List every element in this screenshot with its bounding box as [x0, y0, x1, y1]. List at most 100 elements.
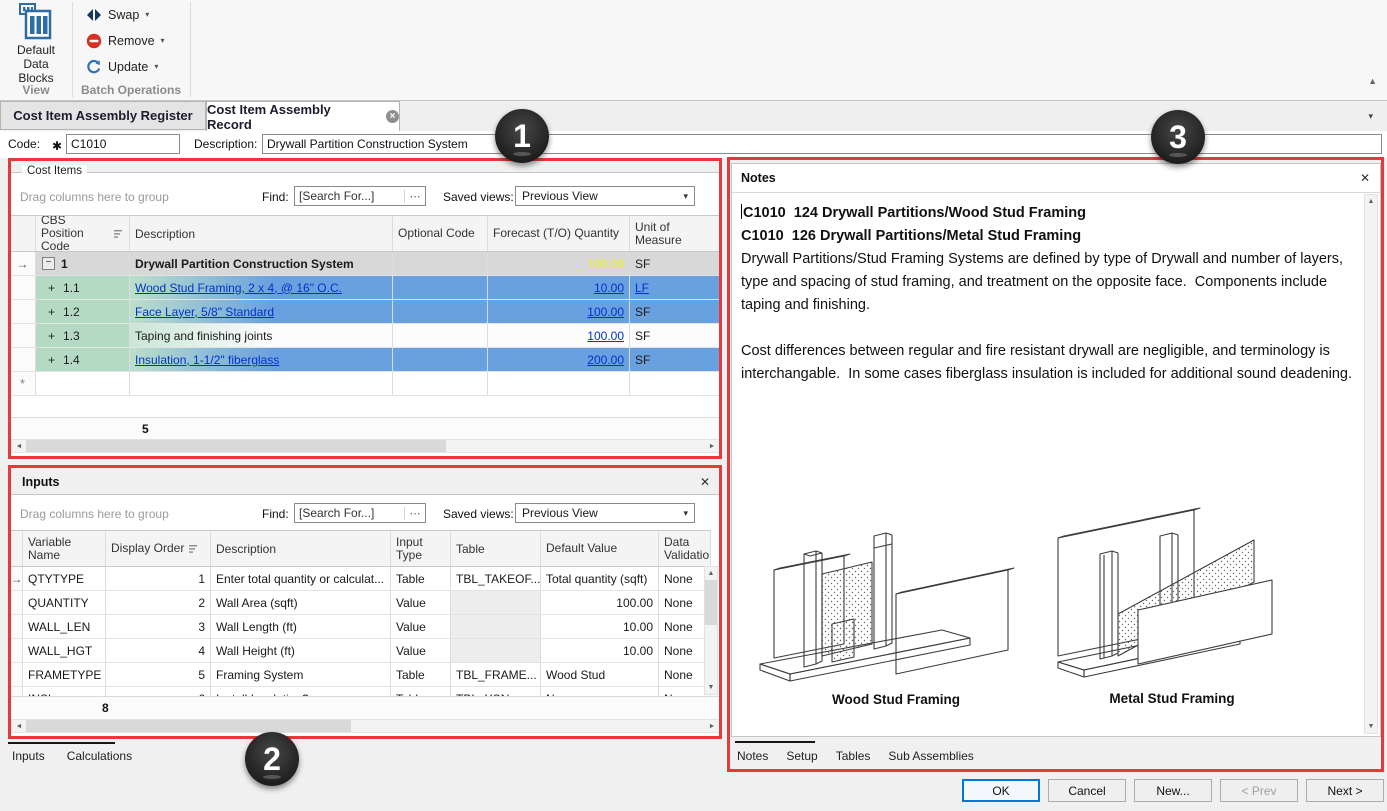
optional-code-cell[interactable]	[393, 348, 488, 371]
forecast-qty-link[interactable]: 100.00	[587, 329, 624, 343]
header-description[interactable]: Description	[211, 531, 391, 566]
close-tab-icon[interactable]: ×	[386, 110, 399, 123]
cost-items-hscrollbar[interactable]: ◄ ►	[11, 439, 720, 453]
optional-code-cell[interactable]	[393, 252, 488, 275]
saved-views-select[interactable]: Previous View ▾	[515, 503, 695, 523]
header-display-order[interactable]: Display Order	[106, 531, 211, 566]
header-data-validation[interactable]: Data Validation	[659, 531, 711, 566]
cost-item-row-1-4[interactable]: + 1.4 Insulation, 1-1/2" fiberglass 200.…	[10, 348, 721, 372]
code-field[interactable]	[66, 134, 180, 154]
tab-setup[interactable]: Setup	[786, 749, 817, 763]
input-row-insl[interactable]: INSL 6 Install Insulation? Table TBL_YSN…	[11, 687, 711, 696]
description-link[interactable]: Insulation, 1-1/2" fiberglass	[135, 353, 279, 367]
close-notes-icon[interactable]: ✕	[1360, 171, 1370, 185]
collapse-ribbon-icon[interactable]: ▲	[1368, 76, 1377, 86]
header-cbs-position-code[interactable]: CBS Position Code	[36, 216, 130, 251]
header-input-type[interactable]: Input Type	[391, 531, 451, 566]
description-field[interactable]	[262, 134, 1382, 154]
input-row-wall-len[interactable]: WALL_LEN 3 Wall Length (ft) Value 10.00 …	[11, 615, 711, 639]
remove-button[interactable]: Remove ▾	[86, 30, 165, 52]
description-cell[interactable]: Taping and finishing joints	[130, 324, 393, 347]
description-cell[interactable]: Drywall Partition Construction System	[130, 252, 393, 275]
optional-code-cell[interactable]	[393, 300, 488, 323]
header-default-value[interactable]: Default Value	[541, 531, 659, 566]
search-options-icon[interactable]: ⋯	[404, 507, 425, 520]
update-button[interactable]: Update ▾	[86, 56, 158, 78]
cbs-code-cell[interactable]: + 1.1	[36, 276, 130, 299]
uom-cell[interactable]: SF	[630, 252, 721, 275]
swap-button[interactable]: Swap ▾	[86, 4, 149, 26]
cost-item-row-1[interactable]: → − 1 Drywall Partition Construction Sys…	[10, 252, 721, 276]
expand-icon[interactable]: +	[48, 329, 55, 343]
forecast-qty-cell[interactable]: 100.00	[488, 324, 630, 347]
search-options-icon[interactable]: ⋯	[404, 190, 425, 203]
new-button[interactable]: New...	[1134, 779, 1212, 802]
search-input[interactable]	[295, 189, 404, 203]
uom-cell[interactable]: SF	[630, 324, 721, 347]
description-cell[interactable]: Face Layer, 5/8" Standard	[130, 300, 393, 323]
expand-icon[interactable]: +	[48, 305, 55, 319]
forecast-qty-cell[interactable]: 10.00	[488, 276, 630, 299]
cbs-code-cell[interactable]: + 1.2	[36, 300, 130, 323]
forecast-qty-link[interactable]: 100.00	[587, 305, 624, 319]
uom-link[interactable]: LF	[635, 281, 649, 295]
cbs-code-cell[interactable]: + 1.3	[36, 324, 130, 347]
scroll-up-icon[interactable]: ▲	[708, 567, 715, 580]
scrollbar-thumb[interactable]	[705, 580, 717, 625]
input-row-qtytype[interactable]: → QTYTYPE 1 Enter total quantity or calc…	[11, 567, 711, 591]
next-button[interactable]: Next >	[1306, 779, 1384, 802]
scroll-right-icon[interactable]: ►	[705, 443, 719, 450]
expand-icon[interactable]: +	[48, 281, 55, 295]
tab-inputs[interactable]: Inputs	[12, 749, 45, 763]
saved-views-select[interactable]: Previous View ▾	[515, 186, 695, 206]
description-link[interactable]: Face Layer, 5/8" Standard	[135, 305, 274, 319]
optional-code-cell[interactable]	[393, 324, 488, 347]
forecast-qty-cell[interactable]: 100.00	[488, 300, 630, 323]
header-table[interactable]: Table	[451, 531, 541, 566]
new-row[interactable]: *	[10, 372, 721, 396]
description-cell[interactable]: Wood Stud Framing, 2 x 4, @ 16" O.C.	[130, 276, 393, 299]
header-forecast-quantity[interactable]: Forecast (T/O) Quantity	[488, 216, 630, 251]
cancel-button[interactable]: Cancel	[1048, 779, 1126, 802]
expand-icon[interactable]: +	[48, 353, 55, 367]
tab-cost-item-assembly-register[interactable]: Cost Item Assembly Register	[0, 101, 206, 130]
cost-item-row-1-2[interactable]: + 1.2 Face Layer, 5/8" Standard 100.00 S…	[10, 300, 721, 324]
cost-items-search-box[interactable]: ⋯	[294, 186, 426, 206]
input-row-wall-hgt[interactable]: WALL_HGT 4 Wall Height (ft) Value 10.00 …	[11, 639, 711, 663]
close-inputs-icon[interactable]: ✕	[700, 475, 710, 489]
scroll-down-icon[interactable]: ▼	[1368, 720, 1375, 733]
scroll-down-icon[interactable]: ▼	[708, 681, 715, 694]
default-data-blocks-button[interactable]: Default Data Blocks	[4, 2, 68, 80]
scroll-right-icon[interactable]: ►	[705, 723, 719, 730]
inputs-vscrollbar[interactable]: ▲ ▼	[704, 566, 718, 695]
scrollbar-thumb[interactable]	[26, 720, 351, 732]
prev-button[interactable]: < Prev	[1220, 779, 1298, 802]
uom-cell[interactable]: LF	[630, 276, 721, 299]
scroll-left-icon[interactable]: ◄	[12, 723, 26, 730]
tab-notes[interactable]: Notes	[737, 749, 768, 763]
description-link[interactable]: Wood Stud Framing, 2 x 4, @ 16" O.C.	[135, 281, 342, 295]
cost-item-row-1-1[interactable]: + 1.1 Wood Stud Framing, 2 x 4, @ 16" O.…	[10, 276, 721, 300]
header-optional-code[interactable]: Optional Code	[393, 216, 488, 251]
cost-item-row-1-3[interactable]: + 1.3 Taping and finishing joints 100.00…	[10, 324, 721, 348]
header-unit-of-measure[interactable]: Unit of Measure	[630, 216, 721, 251]
input-row-frametype[interactable]: FRAMETYPE 5 Framing System Table TBL_FRA…	[11, 663, 711, 687]
tab-tables[interactable]: Tables	[836, 749, 871, 763]
scrollbar-thumb[interactable]	[26, 440, 446, 452]
header-description[interactable]: Description	[130, 216, 393, 251]
tab-list-dropdown-icon[interactable]: ▾	[1368, 111, 1373, 122]
cbs-code-cell[interactable]: + 1.4	[36, 348, 130, 371]
inputs-hscrollbar[interactable]: ◄ ►	[11, 719, 720, 733]
group-by-drop-zone[interactable]: Drag columns here to group	[20, 507, 169, 521]
optional-code-cell[interactable]	[393, 276, 488, 299]
scroll-left-icon[interactable]: ◄	[12, 443, 26, 450]
tab-cost-item-assembly-record[interactable]: Cost Item Assembly Record ×	[206, 101, 400, 131]
forecast-qty-link[interactable]: 10.00	[594, 281, 624, 295]
ok-button[interactable]: OK	[962, 779, 1040, 802]
scroll-up-icon[interactable]: ▲	[1368, 195, 1375, 208]
forecast-qty-cell[interactable]: 100.00	[488, 252, 630, 275]
group-by-drop-zone[interactable]: Drag columns here to group	[20, 190, 169, 204]
notes-vscrollbar[interactable]: ▲ ▼	[1364, 194, 1378, 734]
description-cell[interactable]: Insulation, 1-1/2" fiberglass	[130, 348, 393, 371]
input-row-quantity[interactable]: QUANTITY 2 Wall Area (sqft) Value 100.00…	[11, 591, 711, 615]
